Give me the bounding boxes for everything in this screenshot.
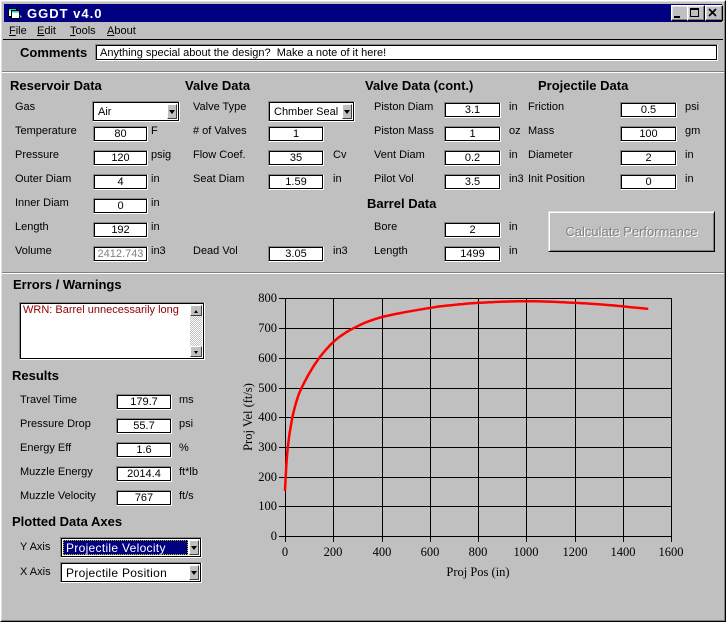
svg-text:200: 200: [324, 545, 343, 559]
svg-text:100: 100: [258, 499, 277, 513]
svg-text:600: 600: [421, 545, 440, 559]
svg-text:Proj Vel (ft/s): Proj Vel (ft/s): [241, 383, 255, 451]
svg-text:Proj Pos (in): Proj Pos (in): [446, 565, 509, 579]
svg-text:0: 0: [282, 545, 288, 559]
svg-text:1600: 1600: [659, 545, 684, 559]
svg-text:1400: 1400: [611, 545, 636, 559]
svg-text:400: 400: [373, 545, 392, 559]
svg-text:600: 600: [258, 351, 277, 365]
svg-text:500: 500: [258, 381, 277, 395]
svg-text:800: 800: [258, 291, 277, 305]
svg-text:200: 200: [258, 470, 277, 484]
svg-text:300: 300: [258, 440, 277, 454]
svg-text:1000: 1000: [514, 545, 539, 559]
svg-text:700: 700: [258, 321, 277, 335]
svg-text:1200: 1200: [563, 545, 588, 559]
svg-text:800: 800: [469, 545, 488, 559]
svg-text:400: 400: [258, 410, 277, 424]
svg-text:0: 0: [271, 529, 277, 543]
